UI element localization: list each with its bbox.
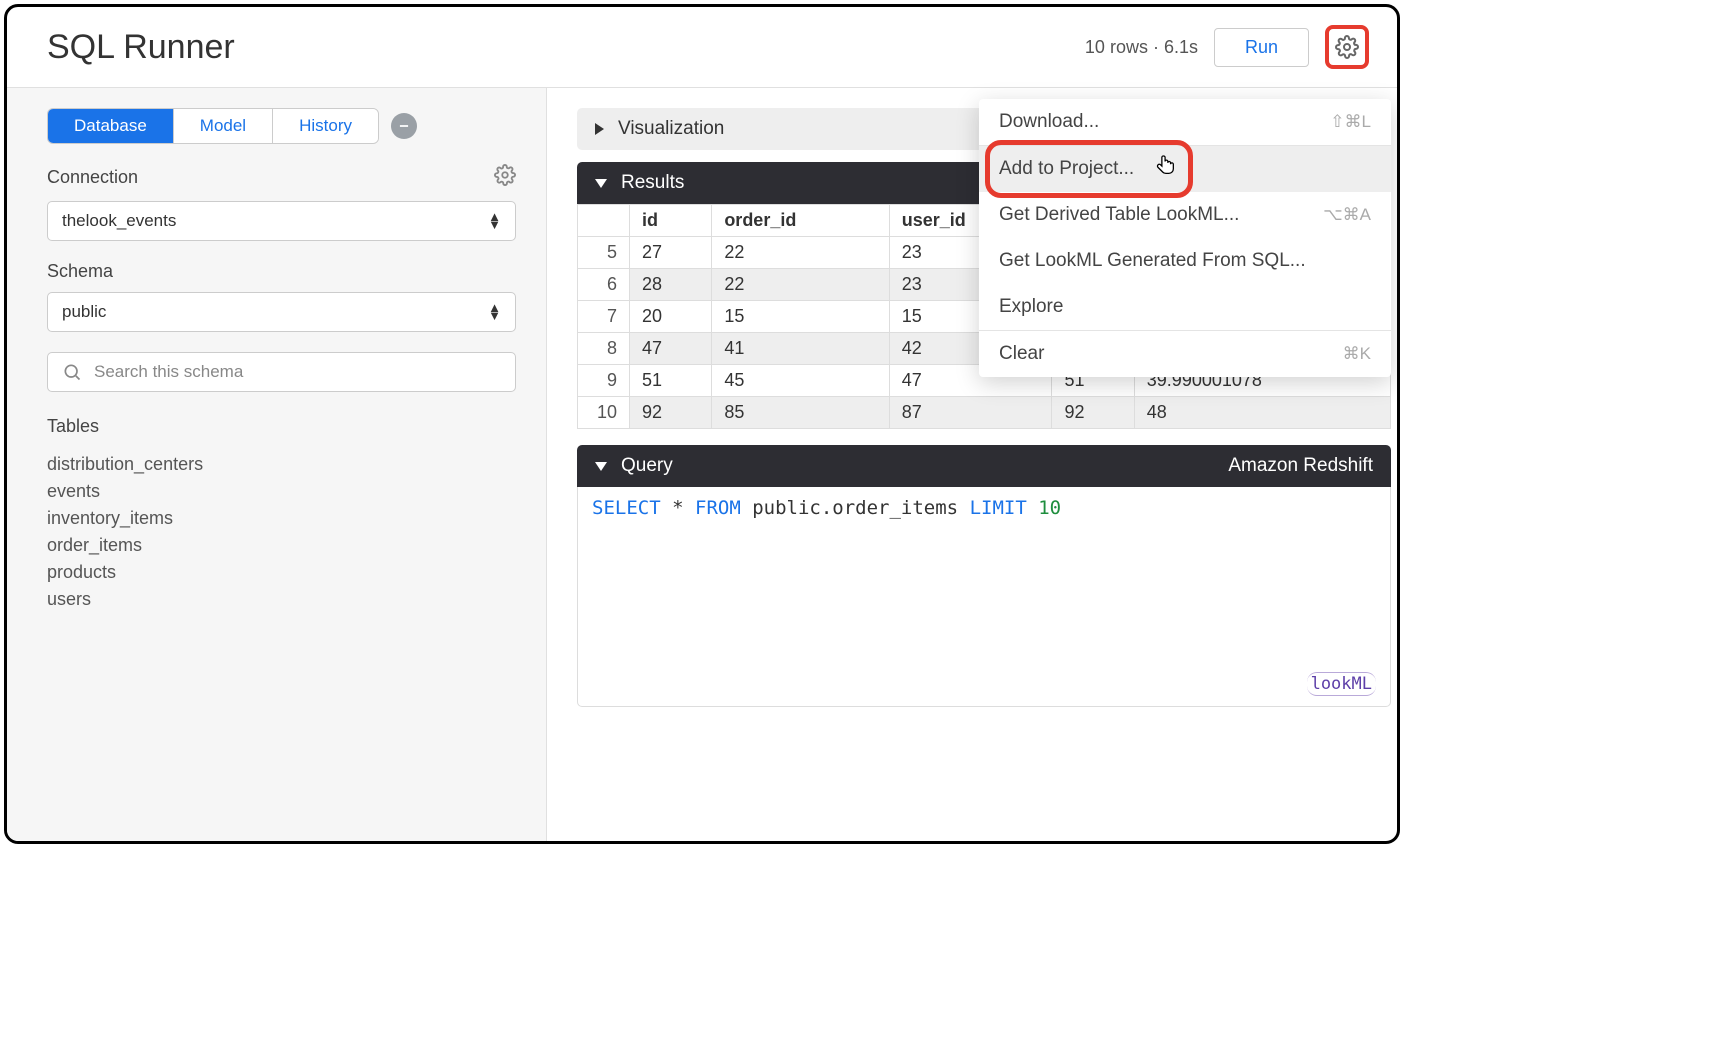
collapse-sidebar-button[interactable] xyxy=(391,113,417,139)
col-header[interactable]: order_id xyxy=(712,205,889,237)
dropdown-download[interactable]: Download... ⇧⌘L xyxy=(979,99,1391,145)
col-header[interactable]: id xyxy=(630,205,712,237)
table-item[interactable]: users xyxy=(47,586,516,613)
connection-settings-button[interactable] xyxy=(494,164,516,191)
rownum-header xyxy=(578,205,630,237)
tables-heading: Tables xyxy=(47,416,516,437)
shortcut-text: ⌘K xyxy=(1343,344,1371,364)
gear-icon xyxy=(1335,35,1359,59)
status-text: 10 rows · 6.1s xyxy=(1085,37,1198,58)
dropdown-item-wrapper: Add to Project... xyxy=(979,146,1391,192)
dropdown-label: Clear xyxy=(999,343,1044,365)
dropdown-clear[interactable]: Clear ⌘K xyxy=(979,331,1391,377)
connection-label-row: Connection xyxy=(47,164,516,191)
sidebar: Database Model History Connection xyxy=(7,88,547,841)
dropdown-lookml-from-sql[interactable]: Get LookML Generated From SQL... xyxy=(979,238,1391,284)
cell: 41 xyxy=(712,333,889,365)
sql-token: * xyxy=(672,497,683,519)
dropdown-derived-table[interactable]: Get Derived Table LookML... ⌥⌘A xyxy=(979,192,1391,238)
schema-select[interactable]: public ▲▼ xyxy=(47,292,516,332)
header-actions: 10 rows · 6.1s Run xyxy=(1085,25,1369,69)
schema-search-input[interactable]: Search this schema xyxy=(47,352,516,392)
page-title: SQL Runner xyxy=(47,28,235,67)
lookml-logo: lookML xyxy=(1307,672,1376,696)
dropdown-label: Add to Project... xyxy=(999,158,1134,180)
cell: 27 xyxy=(630,237,712,269)
chevron-down-icon xyxy=(595,179,607,188)
cell: 22 xyxy=(712,237,889,269)
dropdown-add-to-project[interactable]: Add to Project... xyxy=(979,146,1391,192)
sort-icon: ▲▼ xyxy=(488,304,501,320)
sql-runner-window: SQL Runner 10 rows · 6.1s Run Database M… xyxy=(4,4,1400,844)
sql-keyword: FROM xyxy=(695,497,741,519)
cell: 51 xyxy=(630,365,712,397)
dropdown-explore[interactable]: Explore xyxy=(979,284,1391,330)
dropdown-label: Get LookML Generated From SQL... xyxy=(999,250,1306,272)
rownum: 5 xyxy=(578,237,630,269)
table-item[interactable]: distribution_centers xyxy=(47,451,516,478)
dropdown-label: Get Derived Table LookML... xyxy=(999,204,1239,226)
gear-icon xyxy=(494,164,516,186)
nav-row: Database Model History xyxy=(47,108,516,144)
cell: 47 xyxy=(630,333,712,365)
cell: 92 xyxy=(630,397,712,429)
table-row: 10 92 85 87 92 48 xyxy=(578,397,1391,429)
cell: 20 xyxy=(630,301,712,333)
connection-value: thelook_events xyxy=(62,211,176,231)
rownum: 7 xyxy=(578,301,630,333)
shortcut-text: ⌥⌘A xyxy=(1323,205,1371,225)
cell: 45 xyxy=(712,365,889,397)
settings-gear-button[interactable] xyxy=(1325,25,1369,69)
rownum: 8 xyxy=(578,333,630,365)
query-engine-label: Amazon Redshift xyxy=(1228,455,1373,477)
table-item[interactable]: products xyxy=(47,559,516,586)
cell: 15 xyxy=(712,301,889,333)
nav-tabs: Database Model History xyxy=(47,108,379,144)
table-item[interactable]: events xyxy=(47,478,516,505)
cell: 87 xyxy=(889,397,1052,429)
rownum: 9 xyxy=(578,365,630,397)
sql-number: 10 xyxy=(1038,497,1061,519)
chevron-down-icon xyxy=(595,462,607,471)
cell: 85 xyxy=(712,397,889,429)
tables-list: distribution_centers events inventory_it… xyxy=(47,451,516,613)
connection-select[interactable]: thelook_events ▲▼ xyxy=(47,201,516,241)
run-button[interactable]: Run xyxy=(1214,28,1309,67)
schema-value: public xyxy=(62,302,106,322)
search-placeholder: Search this schema xyxy=(94,362,243,382)
cell: 48 xyxy=(1134,397,1390,429)
table-item[interactable]: inventory_items xyxy=(47,505,516,532)
tab-database[interactable]: Database xyxy=(48,109,174,143)
tab-history[interactable]: History xyxy=(273,109,378,143)
shortcut-text: ⇧⌘L xyxy=(1330,112,1371,132)
search-icon xyxy=(62,362,82,382)
schema-label: Schema xyxy=(47,261,516,282)
visualization-label: Visualization xyxy=(618,118,724,140)
dropdown-label: Download... xyxy=(999,111,1099,133)
cell: 22 xyxy=(712,269,889,301)
cursor-hand-icon xyxy=(1155,154,1177,186)
connection-label: Connection xyxy=(47,167,138,188)
settings-dropdown: Download... ⇧⌘L Add to Project... Get De… xyxy=(979,99,1391,377)
sql-keyword: SELECT xyxy=(592,497,661,519)
header-bar: SQL Runner 10 rows · 6.1s Run xyxy=(7,7,1397,88)
dropdown-label: Explore xyxy=(999,296,1063,318)
query-label: Query xyxy=(621,455,673,477)
rownum: 6 xyxy=(578,269,630,301)
table-item[interactable]: order_items xyxy=(47,532,516,559)
results-label: Results xyxy=(621,172,684,194)
query-editor[interactable]: SELECT * FROM public.order_items LIMIT 1… xyxy=(577,487,1391,707)
cell: 28 xyxy=(630,269,712,301)
cell: 92 xyxy=(1052,397,1134,429)
minus-icon xyxy=(397,119,411,133)
chevron-right-icon xyxy=(595,123,604,135)
query-panel-header[interactable]: Query Amazon Redshift xyxy=(577,445,1391,487)
sql-token: public.order_items xyxy=(752,497,958,519)
sql-keyword: LIMIT xyxy=(970,497,1027,519)
tab-model[interactable]: Model xyxy=(174,109,273,143)
sort-icon: ▲▼ xyxy=(488,213,501,229)
rownum: 10 xyxy=(578,397,630,429)
